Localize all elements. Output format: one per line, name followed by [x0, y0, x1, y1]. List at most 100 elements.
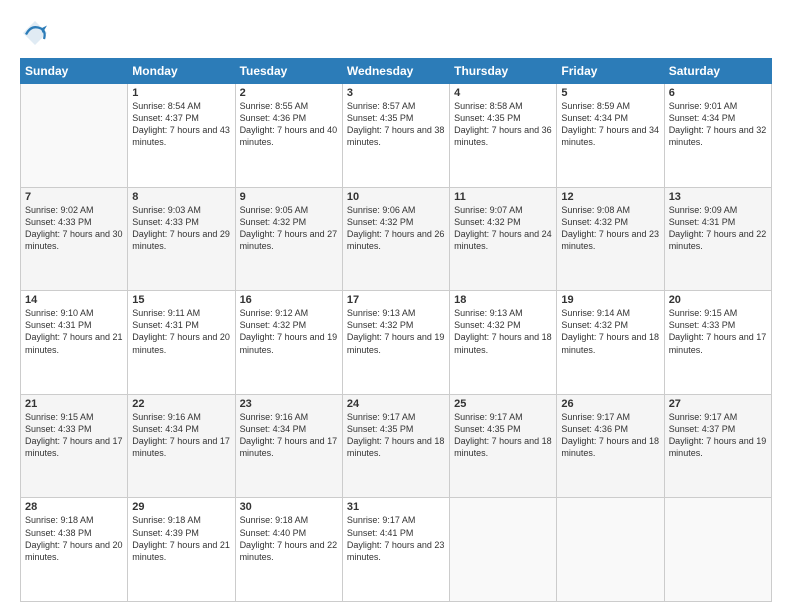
calendar-cell: [450, 498, 557, 602]
calendar-cell: 10Sunrise: 9:06 AM Sunset: 4:32 PM Dayli…: [342, 187, 449, 291]
cell-details: Sunrise: 9:12 AM Sunset: 4:32 PM Dayligh…: [240, 307, 338, 356]
cell-details: Sunrise: 9:03 AM Sunset: 4:33 PM Dayligh…: [132, 204, 230, 253]
week-row-1: 7Sunrise: 9:02 AM Sunset: 4:33 PM Daylig…: [21, 187, 772, 291]
cell-details: Sunrise: 9:15 AM Sunset: 4:33 PM Dayligh…: [669, 307, 767, 356]
cell-details: Sunrise: 9:18 AM Sunset: 4:40 PM Dayligh…: [240, 514, 338, 563]
day-number: 26: [561, 398, 659, 410]
cell-details: Sunrise: 9:14 AM Sunset: 4:32 PM Dayligh…: [561, 307, 659, 356]
day-number: 18: [454, 294, 552, 306]
calendar-cell: 3Sunrise: 8:57 AM Sunset: 4:35 PM Daylig…: [342, 84, 449, 188]
calendar-cell: [664, 498, 771, 602]
calendar-cell: 29Sunrise: 9:18 AM Sunset: 4:39 PM Dayli…: [128, 498, 235, 602]
calendar-cell: 6Sunrise: 9:01 AM Sunset: 4:34 PM Daylig…: [664, 84, 771, 188]
day-number: 21: [25, 398, 123, 410]
day-number: 8: [132, 191, 230, 203]
weekday-friday: Friday: [557, 59, 664, 84]
day-number: 14: [25, 294, 123, 306]
day-number: 24: [347, 398, 445, 410]
calendar-cell: 26Sunrise: 9:17 AM Sunset: 4:36 PM Dayli…: [557, 394, 664, 498]
calendar-cell: 25Sunrise: 9:17 AM Sunset: 4:35 PM Dayli…: [450, 394, 557, 498]
day-number: 29: [132, 501, 230, 513]
day-number: 6: [669, 87, 767, 99]
day-number: 28: [25, 501, 123, 513]
weekday-tuesday: Tuesday: [235, 59, 342, 84]
cell-details: Sunrise: 9:05 AM Sunset: 4:32 PM Dayligh…: [240, 204, 338, 253]
weekday-sunday: Sunday: [21, 59, 128, 84]
day-number: 12: [561, 191, 659, 203]
calendar-cell: 14Sunrise: 9:10 AM Sunset: 4:31 PM Dayli…: [21, 291, 128, 395]
calendar-cell: 15Sunrise: 9:11 AM Sunset: 4:31 PM Dayli…: [128, 291, 235, 395]
day-number: 16: [240, 294, 338, 306]
cell-details: Sunrise: 9:17 AM Sunset: 4:41 PM Dayligh…: [347, 514, 445, 563]
logo: [20, 18, 54, 48]
calendar-cell: 17Sunrise: 9:13 AM Sunset: 4:32 PM Dayli…: [342, 291, 449, 395]
week-row-2: 14Sunrise: 9:10 AM Sunset: 4:31 PM Dayli…: [21, 291, 772, 395]
calendar-table: SundayMondayTuesdayWednesdayThursdayFrid…: [20, 58, 772, 602]
cell-details: Sunrise: 9:09 AM Sunset: 4:31 PM Dayligh…: [669, 204, 767, 253]
logo-icon: [20, 18, 50, 48]
cell-details: Sunrise: 8:57 AM Sunset: 4:35 PM Dayligh…: [347, 100, 445, 149]
cell-details: Sunrise: 9:15 AM Sunset: 4:33 PM Dayligh…: [25, 411, 123, 460]
day-number: 22: [132, 398, 230, 410]
day-number: 17: [347, 294, 445, 306]
day-number: 15: [132, 294, 230, 306]
day-number: 10: [347, 191, 445, 203]
calendar-cell: 27Sunrise: 9:17 AM Sunset: 4:37 PM Dayli…: [664, 394, 771, 498]
calendar-body: 1Sunrise: 8:54 AM Sunset: 4:37 PM Daylig…: [21, 84, 772, 602]
day-number: 5: [561, 87, 659, 99]
cell-details: Sunrise: 9:07 AM Sunset: 4:32 PM Dayligh…: [454, 204, 552, 253]
calendar-cell: 9Sunrise: 9:05 AM Sunset: 4:32 PM Daylig…: [235, 187, 342, 291]
cell-details: Sunrise: 8:59 AM Sunset: 4:34 PM Dayligh…: [561, 100, 659, 149]
day-number: 9: [240, 191, 338, 203]
cell-details: Sunrise: 8:54 AM Sunset: 4:37 PM Dayligh…: [132, 100, 230, 149]
day-number: 11: [454, 191, 552, 203]
day-number: 19: [561, 294, 659, 306]
cell-details: Sunrise: 8:55 AM Sunset: 4:36 PM Dayligh…: [240, 100, 338, 149]
day-number: 1: [132, 87, 230, 99]
calendar-cell: 21Sunrise: 9:15 AM Sunset: 4:33 PM Dayli…: [21, 394, 128, 498]
week-row-0: 1Sunrise: 8:54 AM Sunset: 4:37 PM Daylig…: [21, 84, 772, 188]
cell-details: Sunrise: 9:01 AM Sunset: 4:34 PM Dayligh…: [669, 100, 767, 149]
weekday-wednesday: Wednesday: [342, 59, 449, 84]
cell-details: Sunrise: 9:17 AM Sunset: 4:35 PM Dayligh…: [454, 411, 552, 460]
calendar-cell: 18Sunrise: 9:13 AM Sunset: 4:32 PM Dayli…: [450, 291, 557, 395]
cell-details: Sunrise: 8:58 AM Sunset: 4:35 PM Dayligh…: [454, 100, 552, 149]
cell-details: Sunrise: 9:18 AM Sunset: 4:38 PM Dayligh…: [25, 514, 123, 563]
day-number: 3: [347, 87, 445, 99]
day-number: 31: [347, 501, 445, 513]
calendar-cell: 2Sunrise: 8:55 AM Sunset: 4:36 PM Daylig…: [235, 84, 342, 188]
cell-details: Sunrise: 9:16 AM Sunset: 4:34 PM Dayligh…: [240, 411, 338, 460]
cell-details: Sunrise: 9:06 AM Sunset: 4:32 PM Dayligh…: [347, 204, 445, 253]
cell-details: Sunrise: 9:16 AM Sunset: 4:34 PM Dayligh…: [132, 411, 230, 460]
week-row-4: 28Sunrise: 9:18 AM Sunset: 4:38 PM Dayli…: [21, 498, 772, 602]
calendar-cell: 11Sunrise: 9:07 AM Sunset: 4:32 PM Dayli…: [450, 187, 557, 291]
calendar-cell: 28Sunrise: 9:18 AM Sunset: 4:38 PM Dayli…: [21, 498, 128, 602]
calendar-cell: 23Sunrise: 9:16 AM Sunset: 4:34 PM Dayli…: [235, 394, 342, 498]
calendar-cell: 4Sunrise: 8:58 AM Sunset: 4:35 PM Daylig…: [450, 84, 557, 188]
calendar-cell: 16Sunrise: 9:12 AM Sunset: 4:32 PM Dayli…: [235, 291, 342, 395]
calendar-cell: 19Sunrise: 9:14 AM Sunset: 4:32 PM Dayli…: [557, 291, 664, 395]
calendar-cell: 12Sunrise: 9:08 AM Sunset: 4:32 PM Dayli…: [557, 187, 664, 291]
day-number: 2: [240, 87, 338, 99]
weekday-header-row: SundayMondayTuesdayWednesdayThursdayFrid…: [21, 59, 772, 84]
weekday-monday: Monday: [128, 59, 235, 84]
day-number: 13: [669, 191, 767, 203]
calendar-cell: [21, 84, 128, 188]
day-number: 7: [25, 191, 123, 203]
calendar-cell: 13Sunrise: 9:09 AM Sunset: 4:31 PM Dayli…: [664, 187, 771, 291]
weekday-saturday: Saturday: [664, 59, 771, 84]
cell-details: Sunrise: 9:11 AM Sunset: 4:31 PM Dayligh…: [132, 307, 230, 356]
cell-details: Sunrise: 9:13 AM Sunset: 4:32 PM Dayligh…: [347, 307, 445, 356]
calendar-cell: 7Sunrise: 9:02 AM Sunset: 4:33 PM Daylig…: [21, 187, 128, 291]
cell-details: Sunrise: 9:08 AM Sunset: 4:32 PM Dayligh…: [561, 204, 659, 253]
calendar-cell: 8Sunrise: 9:03 AM Sunset: 4:33 PM Daylig…: [128, 187, 235, 291]
cell-details: Sunrise: 9:18 AM Sunset: 4:39 PM Dayligh…: [132, 514, 230, 563]
calendar-cell: 30Sunrise: 9:18 AM Sunset: 4:40 PM Dayli…: [235, 498, 342, 602]
calendar-cell: 31Sunrise: 9:17 AM Sunset: 4:41 PM Dayli…: [342, 498, 449, 602]
weekday-thursday: Thursday: [450, 59, 557, 84]
calendar-cell: [557, 498, 664, 602]
day-number: 30: [240, 501, 338, 513]
header: [20, 18, 772, 48]
day-number: 20: [669, 294, 767, 306]
calendar-cell: 20Sunrise: 9:15 AM Sunset: 4:33 PM Dayli…: [664, 291, 771, 395]
